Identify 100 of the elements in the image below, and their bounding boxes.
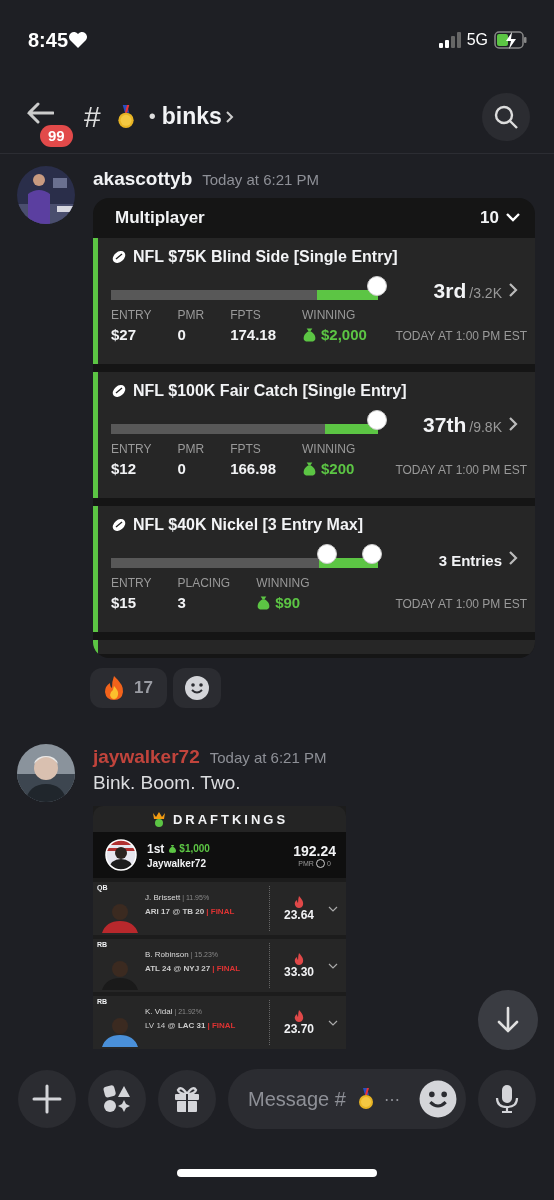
stat-value: 174.18 [230, 326, 276, 343]
stat-label: PMR [177, 442, 205, 456]
stat-value: $90 [275, 594, 301, 611]
fire-icon [104, 676, 124, 700]
arrow-down-icon [496, 1006, 520, 1034]
heart-icon [68, 31, 89, 49]
stat-value: 0 [177, 326, 186, 343]
smiley-icon [183, 675, 210, 701]
stat-label: PMR [177, 308, 205, 322]
panel-title: Multiplayer [115, 208, 206, 228]
fire-icon [294, 952, 304, 965]
contest-title: NFL $40K Nickel [3 Entry Max] [133, 516, 363, 534]
fantasy-points: 33.30 [284, 964, 314, 979]
contest-count: 10 [480, 208, 499, 228]
progress-knob [317, 544, 338, 564]
unread-badge: 99 [40, 124, 73, 147]
stat-label: FPTS [230, 308, 262, 322]
contest-start-time: TODAY AT 1:00 PM EST [395, 597, 527, 611]
smiley-icon[interactable] [418, 1079, 458, 1119]
message-time: Today at 6:21 PM [209, 749, 327, 766]
stat-label: FPTS [230, 442, 262, 456]
stat-value: 3 [177, 594, 186, 611]
stat-value: $27 [111, 326, 137, 343]
stat-value: $200 [321, 460, 355, 477]
back-arrow-icon [26, 101, 54, 124]
placement: 1st [147, 841, 165, 856]
message-time: Today at 6:21 PM [202, 171, 319, 188]
add-reaction-button[interactable] [172, 668, 221, 708]
author-name[interactable]: akascottyb [93, 168, 193, 190]
game-status: | FINAL [212, 964, 241, 973]
stat-label: ENTRY [111, 576, 152, 590]
game-status: | FINAL [207, 1021, 236, 1030]
progress-knob [367, 276, 387, 296]
username: Jaywalker72 [147, 857, 207, 869]
stat-value: $2,000 [321, 326, 367, 343]
stat-label: PLACING [177, 576, 231, 590]
clock: 8:45 [28, 28, 69, 52]
stat-label: ENTRY [111, 442, 152, 456]
separator-dot: • [148, 105, 156, 128]
plus-icon [32, 1084, 62, 1114]
chevron-down-icon[interactable] [328, 1018, 338, 1027]
message-input[interactable]: Message # [248, 1087, 352, 1111]
stat-value: 166.98 [230, 460, 276, 477]
fantasy-points: 23.70 [284, 1021, 314, 1036]
brand-name: DRAFTKINGS [172, 811, 289, 827]
player-name: J. Brissett [145, 893, 181, 902]
ellipsis: ⋯ [384, 1089, 401, 1109]
field-size: /9.8K [469, 419, 502, 435]
reaction-button[interactable]: 17 [90, 668, 167, 708]
total-score: 192.24 [293, 842, 336, 859]
channel-hash: # [84, 99, 101, 134]
stat-label: WINNING [302, 308, 357, 322]
field-size: /3.2K [469, 285, 502, 301]
channel-title[interactable]: # • binks [84, 99, 236, 134]
prize-amount: $1,000 [179, 843, 210, 854]
stat-value: 0 [177, 460, 186, 477]
football-icon [111, 249, 127, 265]
chevron-down-icon[interactable] [328, 904, 338, 913]
money-bag-icon [256, 594, 272, 611]
fire-icon [294, 1009, 304, 1022]
gift-icon [172, 1084, 202, 1114]
stat-label: ENTRY [111, 308, 152, 322]
search-button[interactable] [482, 92, 530, 141]
crown-logo-icon [150, 811, 167, 827]
money-bag-icon [302, 460, 317, 477]
contest-card[interactable]: NFL $100K Fair Catch [Single Entry] 37th/9.8K ENTRY $12 PMR 0 FPTS 166.98 WINNING $200 TODAY AT 1:00 PM EST [93, 372, 535, 498]
player-name: B. Robinson [145, 950, 189, 959]
fire-icon [294, 895, 304, 908]
player-name: K. Vidal [145, 1007, 173, 1016]
entries-count: 3 Entries [438, 551, 502, 569]
money-bag-icon [168, 843, 178, 854]
channel-name: binks [161, 103, 222, 130]
message-text: Bink. Boom. Two. [93, 772, 242, 794]
contest-rank: 37th [423, 413, 467, 437]
stat-value: $15 [111, 594, 137, 611]
game-score: ARI 17 @ TB 20 [145, 907, 205, 916]
chevron-down-icon[interactable] [505, 212, 521, 224]
search-icon [493, 103, 519, 130]
game-status: | FINAL [206, 907, 235, 916]
stat-value: $12 [111, 460, 137, 477]
progress-knob [361, 544, 382, 564]
football-icon [111, 517, 127, 533]
stat-label: WINNING [256, 576, 310, 590]
chevron-down-icon[interactable] [328, 961, 338, 970]
contest-card[interactable]: NFL $40K Nickel [3 Entry Max] 3 Entries ENTRY $15 PLACING 3 WINNING $90 TODAY AT 1:00 PM EST [93, 506, 535, 632]
progress-knob [367, 410, 387, 430]
medal-icon [356, 1088, 376, 1110]
contest-title: NFL $100K Fair Catch [Single Entry] [133, 382, 407, 400]
contest-rank: 3rd [433, 279, 467, 303]
money-bag-icon [302, 326, 317, 343]
contest-start-time: TODAY AT 1:00 PM EST [395, 329, 527, 343]
game-score: ATL 24 @ NYJ 27 [145, 964, 211, 973]
contest-start-time: TODAY AT 1:00 PM EST [395, 463, 527, 477]
signal-icon [438, 32, 461, 48]
contest-title: NFL $75K Blind Side [Single Entry] [133, 248, 398, 266]
contest-card[interactable]: NFL $75K Blind Side [Single Entry] 3rd/3.2K ENTRY $27 PMR 0 FPTS 174.18 WINNING $2,000 TODAY AT 1:00 PM EST [93, 238, 535, 364]
battery-icon [494, 31, 528, 49]
microphone-icon [493, 1084, 521, 1114]
network-label: 5G [466, 31, 488, 49]
shapes-icon [102, 1084, 132, 1114]
